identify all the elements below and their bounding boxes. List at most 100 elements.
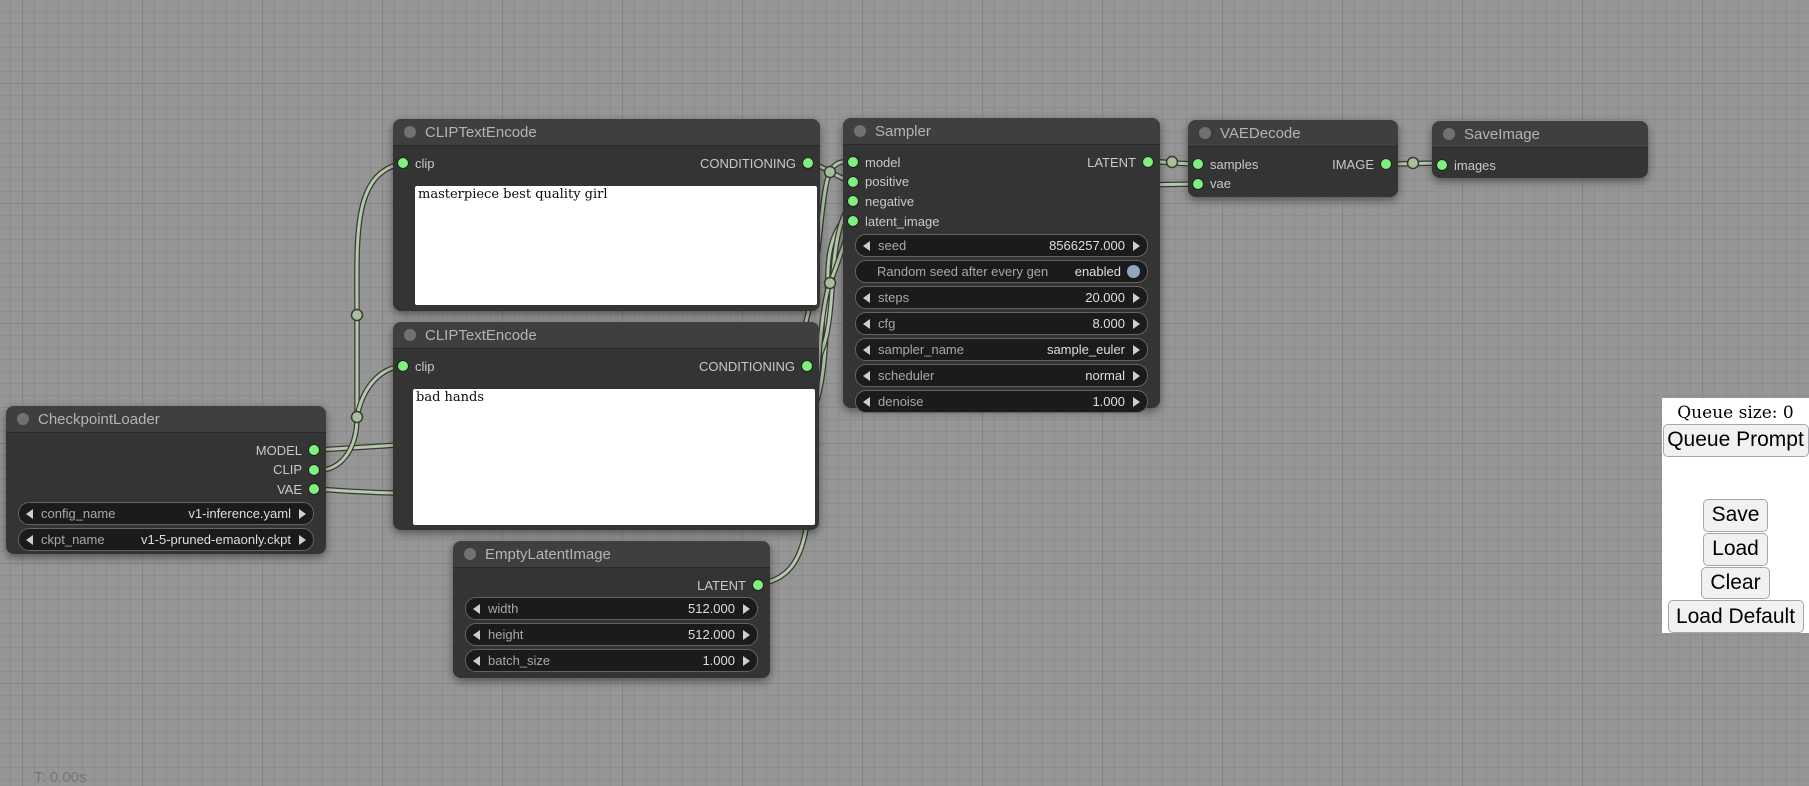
- node-title-bar[interactable]: EmptyLatentImage: [453, 541, 770, 568]
- collapse-dot-icon[interactable]: [17, 413, 29, 425]
- widget-steps[interactable]: steps20.000: [855, 286, 1148, 309]
- node-title-bar[interactable]: VAEDecode: [1188, 120, 1398, 147]
- node-empty[interactable]: EmptyLatentImage LATENT width512.000 height…: [453, 541, 770, 678]
- increment-arrow-icon[interactable]: [1133, 293, 1140, 303]
- reroute-dot[interactable]: [825, 278, 836, 289]
- clear-button[interactable]: Clear: [1701, 567, 1769, 600]
- output-port-CONDITIONING[interactable]: CONDITIONING: [700, 154, 813, 172]
- reroute-dot[interactable]: [825, 167, 836, 178]
- input-slot-icon[interactable]: [398, 158, 408, 168]
- node-checkpoint[interactable]: CheckpointLoader MODEL CLIPVAE config_namev…: [6, 406, 326, 554]
- collapse-dot-icon[interactable]: [854, 125, 866, 137]
- decrement-arrow-icon[interactable]: [473, 630, 480, 640]
- decrement-arrow-icon[interactable]: [863, 397, 870, 407]
- increment-arrow-icon[interactable]: [743, 604, 750, 614]
- prompt-textarea[interactable]: [413, 389, 815, 525]
- increment-arrow-icon[interactable]: [1133, 345, 1140, 355]
- node-title-bar[interactable]: SaveImage: [1432, 121, 1648, 148]
- input-slot-icon[interactable]: [848, 216, 858, 226]
- input-port-samples[interactable]: samples: [1193, 155, 1258, 173]
- widget-denoise[interactable]: denoise1.000: [855, 390, 1148, 413]
- output-port-CONDITIONING[interactable]: CONDITIONING: [699, 357, 812, 375]
- node-title-bar[interactable]: CLIPTextEncode: [393, 119, 820, 146]
- widget-scheduler[interactable]: schedulernormal: [855, 364, 1148, 387]
- decrement-arrow-icon[interactable]: [26, 509, 33, 519]
- node-clip1[interactable]: CLIPTextEncode clip CONDITIONING: [393, 119, 820, 311]
- output-slot-icon[interactable]: [803, 158, 813, 168]
- reroute-dot[interactable]: [1167, 157, 1178, 168]
- input-slot-icon[interactable]: [1437, 160, 1447, 170]
- increment-arrow-icon[interactable]: [1133, 397, 1140, 407]
- node-vaedecode[interactable]: VAEDecode samples vae IMAGE: [1188, 120, 1398, 197]
- input-port-vae[interactable]: vae: [1193, 175, 1231, 193]
- widget-batch_size[interactable]: batch_size1.000: [465, 649, 758, 672]
- widget-height[interactable]: height512.000: [465, 623, 758, 646]
- output-port-VAE[interactable]: VAE: [277, 480, 319, 498]
- collapse-dot-icon[interactable]: [464, 548, 476, 560]
- output-port-LATENT[interactable]: LATENT: [697, 576, 763, 594]
- collapse-dot-icon[interactable]: [1199, 127, 1211, 139]
- input-slot-icon[interactable]: [1193, 179, 1203, 189]
- input-port-clip[interactable]: clip: [398, 154, 435, 172]
- widget-cfg[interactable]: cfg8.000: [855, 312, 1148, 335]
- output-slot-icon[interactable]: [1381, 159, 1391, 169]
- increment-arrow-icon[interactable]: [299, 535, 306, 545]
- collapse-dot-icon[interactable]: [404, 126, 416, 138]
- increment-arrow-icon[interactable]: [743, 656, 750, 666]
- output-slot-icon[interactable]: [802, 361, 812, 371]
- output-slot-icon[interactable]: [309, 445, 319, 455]
- input-port-clip[interactable]: clip: [398, 357, 435, 375]
- input-slot-icon[interactable]: [1193, 159, 1203, 169]
- output-port-LATENT[interactable]: LATENT: [1087, 153, 1153, 171]
- node-sampler[interactable]: Samplermodelpositivenegativelatent_image…: [843, 118, 1160, 408]
- load-button[interactable]: Load: [1703, 533, 1768, 566]
- widget-width[interactable]: width512.000: [465, 597, 758, 620]
- widget-sampler_name[interactable]: sampler_namesample_euler: [855, 338, 1148, 361]
- prompt-textarea[interactable]: [415, 186, 817, 305]
- queue-prompt-button[interactable]: Queue Prompt: [1663, 424, 1809, 457]
- decrement-arrow-icon[interactable]: [863, 345, 870, 355]
- output-port-MODEL[interactable]: MODEL: [256, 441, 319, 459]
- output-port-CLIP[interactable]: CLIP: [273, 461, 319, 479]
- reroute-dot[interactable]: [1408, 158, 1419, 169]
- node-clip2[interactable]: CLIPTextEncode clip CONDITIONING: [393, 322, 819, 530]
- output-slot-icon[interactable]: [309, 484, 319, 494]
- reroute-dot[interactable]: [352, 412, 363, 423]
- decrement-arrow-icon[interactable]: [473, 604, 480, 614]
- increment-arrow-icon[interactable]: [1133, 371, 1140, 381]
- input-slot-icon[interactable]: [848, 157, 858, 167]
- decrement-arrow-icon[interactable]: [863, 371, 870, 381]
- decrement-arrow-icon[interactable]: [26, 535, 33, 545]
- input-slot-icon[interactable]: [848, 196, 858, 206]
- output-slot-icon[interactable]: [309, 465, 319, 475]
- widget-Random-seed-after-every-gen[interactable]: Random seed after every genenabled: [855, 260, 1148, 283]
- node-saveimage[interactable]: SaveImage images: [1432, 121, 1648, 178]
- widget-config_name[interactable]: config_namev1-inference.yaml: [18, 502, 314, 525]
- decrement-arrow-icon[interactable]: [863, 319, 870, 329]
- input-port-images[interactable]: images: [1437, 156, 1496, 174]
- reroute-dot[interactable]: [352, 310, 363, 321]
- widget-ckpt_name[interactable]: ckpt_namev1-5-pruned-emaonly.ckpt: [18, 528, 314, 551]
- node-title-bar[interactable]: CheckpointLoader: [6, 406, 326, 433]
- increment-arrow-icon[interactable]: [1133, 319, 1140, 329]
- input-port-positive[interactable]: positive: [848, 173, 909, 191]
- output-slot-icon[interactable]: [753, 580, 763, 590]
- decrement-arrow-icon[interactable]: [863, 293, 870, 303]
- decrement-arrow-icon[interactable]: [863, 241, 870, 251]
- node-graph-canvas[interactable]: { "status": { "time": "T: 0.00s" }, "col…: [0, 0, 1809, 782]
- input-port-negative[interactable]: negative: [848, 192, 914, 210]
- save-button[interactable]: Save: [1703, 499, 1769, 532]
- toggle-icon[interactable]: [1127, 265, 1140, 278]
- node-title-bar[interactable]: CLIPTextEncode: [393, 322, 819, 349]
- decrement-arrow-icon[interactable]: [473, 656, 480, 666]
- output-slot-icon[interactable]: [1143, 157, 1153, 167]
- widget-seed[interactable]: seed8566257.000: [855, 234, 1148, 257]
- increment-arrow-icon[interactable]: [743, 630, 750, 640]
- increment-arrow-icon[interactable]: [299, 509, 306, 519]
- input-slot-icon[interactable]: [398, 361, 408, 371]
- output-port-IMAGE[interactable]: IMAGE: [1332, 155, 1391, 173]
- collapse-dot-icon[interactable]: [404, 329, 416, 341]
- collapse-dot-icon[interactable]: [1443, 128, 1455, 140]
- input-port-latent_image[interactable]: latent_image: [848, 212, 939, 230]
- input-port-model[interactable]: model: [848, 153, 900, 171]
